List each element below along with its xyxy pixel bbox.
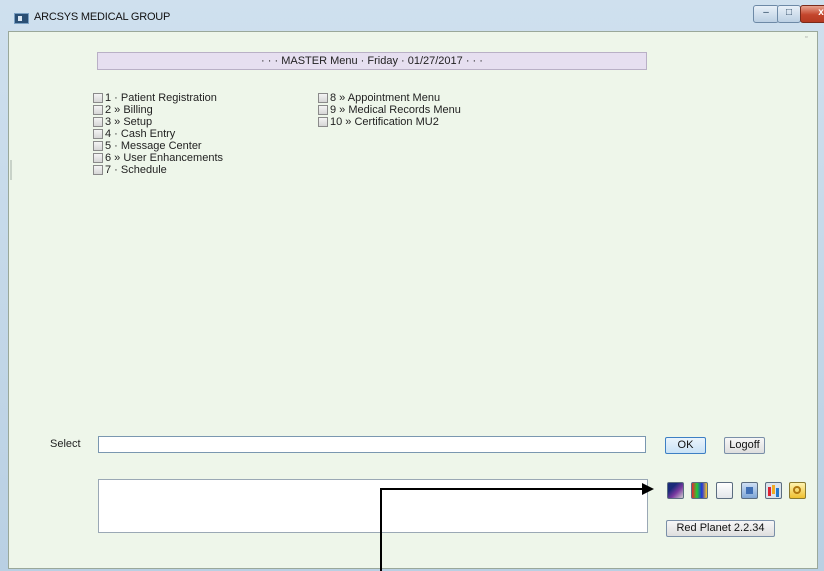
menu-item-message-center[interactable]: 5 · Message Center bbox=[93, 140, 223, 152]
select-label: Select bbox=[50, 438, 81, 450]
ok-button[interactable]: OK bbox=[665, 437, 706, 454]
menu-item-label: 5 · Message Center bbox=[105, 140, 202, 152]
menu-item-label: 9 » Medical Records Menu bbox=[330, 104, 461, 116]
menu-item-user-enhancements[interactable]: 6 » User Enhancements bbox=[93, 152, 223, 164]
menu-item-billing[interactable]: 2 » Billing bbox=[93, 104, 223, 116]
menu-item-label: 3 » Setup bbox=[105, 116, 153, 128]
maximize-button[interactable]: □ bbox=[777, 5, 801, 23]
checkbox[interactable] bbox=[93, 141, 103, 151]
checkbox[interactable] bbox=[93, 165, 103, 175]
window-icon[interactable] bbox=[741, 482, 758, 499]
window-title: ARCSYS MEDICAL GROUP bbox=[34, 11, 171, 23]
checkbox[interactable] bbox=[93, 117, 103, 127]
menu-item-label: 4 · Cash Entry bbox=[105, 128, 176, 140]
menu-item-setup[interactable]: 3 » Setup bbox=[93, 116, 223, 128]
image-icon[interactable] bbox=[667, 482, 684, 499]
version-button[interactable]: Red Planet 2.2.34 bbox=[666, 520, 775, 537]
bar-chart-icon[interactable] bbox=[765, 482, 782, 499]
title-bar[interactable]: ARCSYS MEDICAL GROUP – □ x bbox=[0, 0, 824, 30]
window-left-edge bbox=[10, 160, 12, 180]
app-window: ARCSYS MEDICAL GROUP – □ x ▫ · · · MASTE… bbox=[0, 0, 824, 571]
checkbox[interactable] bbox=[93, 153, 103, 163]
menu-item-schedule[interactable]: 7 · Schedule bbox=[93, 164, 223, 176]
color-palette-icon[interactable] bbox=[691, 482, 708, 499]
blank-document-icon[interactable] bbox=[716, 482, 733, 499]
menu-item-label: 6 » User Enhancements bbox=[105, 152, 224, 164]
key-icon[interactable] bbox=[789, 482, 806, 499]
menu-item-label: 7 · Schedule bbox=[105, 164, 167, 176]
checkbox[interactable] bbox=[93, 105, 103, 115]
menu-item-certification-mu2[interactable]: 10 » Certification MU2 bbox=[318, 116, 461, 128]
master-menu-banner: · · · MASTER Menu · Friday · 01/27/2017 … bbox=[97, 52, 647, 70]
menu-column-left: 1 · Patient Registration 2 » Billing 3 »… bbox=[93, 92, 223, 176]
checkbox[interactable] bbox=[318, 117, 328, 127]
checkbox[interactable] bbox=[318, 105, 328, 115]
checkbox[interactable] bbox=[93, 93, 103, 103]
minimize-button[interactable]: – bbox=[753, 5, 779, 23]
close-button[interactable]: x bbox=[800, 5, 824, 23]
annotation-arrow-line bbox=[380, 489, 382, 571]
menu-item-medical-records-menu[interactable]: 9 » Medical Records Menu bbox=[318, 104, 461, 116]
menu-item-label: 10 » Certification MU2 bbox=[330, 116, 439, 128]
menu-column-right: 8 » Appointment Menu 9 » Medical Records… bbox=[318, 92, 461, 128]
menu-item-label: 2 » Billing bbox=[105, 104, 153, 116]
menu-item-label: 8 » Appointment Menu bbox=[330, 92, 441, 104]
checkbox[interactable] bbox=[318, 93, 328, 103]
checkbox[interactable] bbox=[93, 129, 103, 139]
menu-item-label: 1 · Patient Registration bbox=[105, 92, 217, 104]
menu-item-appointment-menu[interactable]: 8 » Appointment Menu bbox=[318, 92, 461, 104]
select-input[interactable] bbox=[98, 436, 646, 453]
annotation-arrow-head-icon bbox=[642, 483, 654, 495]
menu-item-patient-registration[interactable]: 1 · Patient Registration bbox=[93, 92, 223, 104]
logoff-button[interactable]: Logoff bbox=[724, 437, 765, 454]
app-icon[interactable] bbox=[14, 13, 29, 24]
annotation-arrow-line bbox=[380, 488, 642, 490]
menu-item-cash-entry[interactable]: 4 · Cash Entry bbox=[93, 128, 223, 140]
resize-grip-icon: ▫ bbox=[805, 34, 808, 41]
